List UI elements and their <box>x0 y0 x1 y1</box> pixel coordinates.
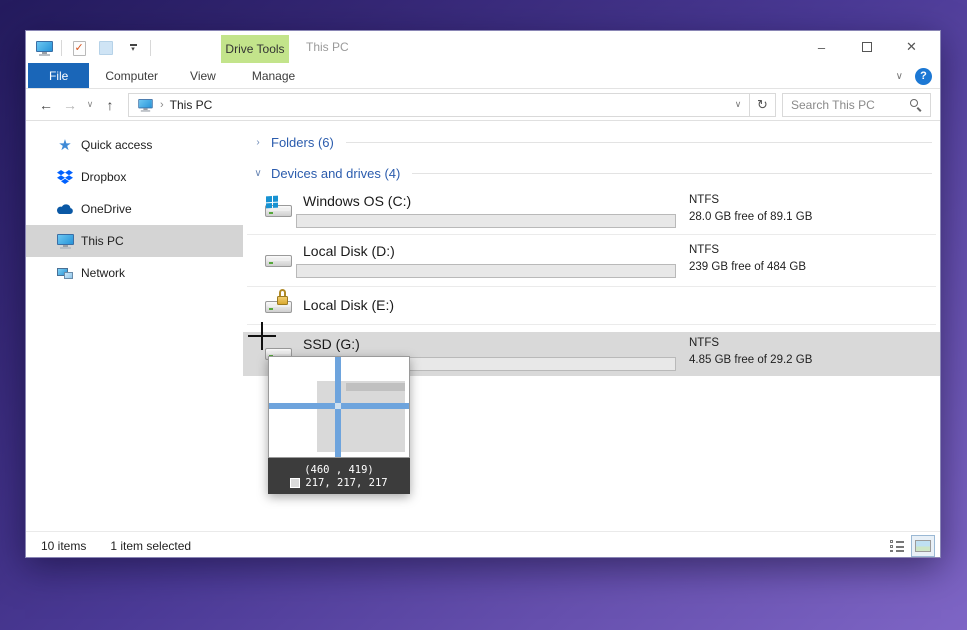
filesystem-label: NTFS <box>689 192 812 209</box>
large-icons-view-button[interactable] <box>912 536 934 556</box>
close-button[interactable]: ✕ <box>889 31 934 63</box>
minimize-icon: – <box>818 40 825 55</box>
tab-file[interactable]: File <box>28 63 89 88</box>
filesystem-label: NTFS <box>689 242 806 259</box>
cursor-coordinates: (460 , 419) <box>304 464 374 476</box>
dropbox-icon <box>56 169 74 185</box>
drive-row-local-disk-e[interactable]: Local Disk (E:) <box>243 289 940 324</box>
main-area: ★ Quick access Dropbox OneDrive <box>26 121 940 531</box>
breadcrumb: › This PC <box>129 94 220 116</box>
locked-drive-icon <box>265 291 295 321</box>
quick-access-toolbar: ▾ <box>34 36 151 60</box>
network-icon <box>56 265 74 281</box>
quick-access-star-icon: ★ <box>56 137 74 153</box>
drive-row-windows-os-c[interactable]: Windows OS (C:) NTFS 28.0 GB free of 89.… <box>243 189 940 234</box>
refresh-icon[interactable]: ↻ <box>749 93 775 117</box>
sidebar-item-onedrive[interactable]: OneDrive <box>26 193 243 225</box>
this-pc-icon <box>138 99 152 111</box>
tab-computer[interactable]: Computer <box>89 63 174 88</box>
details-view-icon <box>890 540 904 552</box>
drive-tools-contextual-tab[interactable]: Drive Tools <box>221 35 289 63</box>
title-bar: ▾ Drive Tools This PC – ✕ <box>26 31 940 63</box>
navigation-bar: ← → ∨ ↑ › This PC ∨ ↻ <box>26 89 940 121</box>
search-box <box>782 93 931 117</box>
address-dropdown-chevron-icon[interactable]: ∨ <box>727 99 749 110</box>
expanded-chevron-icon: ∨ <box>253 168 263 179</box>
free-space-label: 239 GB free of 484 GB <box>689 259 806 276</box>
explorer-window: ▾ Drive Tools This PC – ✕ File Computer … <box>25 30 941 558</box>
minimize-button[interactable]: – <box>799 31 844 63</box>
capacity-bar <box>296 264 676 278</box>
help-button[interactable]: ? <box>915 68 932 85</box>
navigation-pane: ★ Quick access Dropbox OneDrive <box>26 121 243 531</box>
color-swatch <box>290 478 300 488</box>
items-count: 10 items <box>41 539 86 553</box>
forward-button[interactable]: → <box>58 97 82 113</box>
capacity-bar <box>296 214 676 228</box>
maximize-icon <box>862 42 872 52</box>
status-bar: 10 items 1 item selected <box>26 531 940 559</box>
up-button[interactable]: ↑ <box>98 97 122 113</box>
address-bar[interactable]: › This PC ∨ ↻ <box>128 93 776 117</box>
window-controls: – ✕ <box>799 31 934 63</box>
magnifier-viewport <box>268 356 410 458</box>
search-input[interactable] <box>791 98 910 112</box>
search-icon[interactable] <box>910 99 922 111</box>
tab-view[interactable]: View <box>174 63 232 88</box>
back-button[interactable]: ← <box>34 97 58 113</box>
this-pc-icon[interactable] <box>34 38 54 58</box>
sidebar-item-this-pc[interactable]: This PC <box>26 225 243 257</box>
sidebar-item-dropbox[interactable]: Dropbox <box>26 161 243 193</box>
new-folder-icon[interactable] <box>96 38 116 58</box>
toolbar-separator <box>61 40 62 56</box>
free-space-label: 4.85 GB free of 29.2 GB <box>689 352 812 369</box>
breadcrumb-chevron-icon: › <box>160 99 164 111</box>
breadcrumb-location[interactable]: This PC <box>170 98 213 112</box>
tab-manage[interactable]: Manage <box>236 63 311 88</box>
window-title: This PC <box>306 40 349 54</box>
drive-icon <box>265 245 295 275</box>
magnifier-readout: (460 , 419) 217, 217, 217 <box>268 458 410 494</box>
maximize-button[interactable] <box>844 31 889 63</box>
sidebar-item-quick-access[interactable]: ★ Quick access <box>26 129 243 161</box>
collapsed-chevron-icon: › <box>253 137 263 148</box>
rgb-value: 217, 217, 217 <box>305 477 387 489</box>
toolbar-separator <box>150 40 151 56</box>
group-header-devices-and-drives[interactable]: ∨ Devices and drives (4) <box>253 163 932 183</box>
computer-icon <box>56 233 74 249</box>
recent-locations-chevron-icon[interactable]: ∨ <box>82 99 98 110</box>
properties-icon[interactable] <box>69 38 89 58</box>
desktop-background: ▾ Drive Tools This PC – ✕ File Computer … <box>0 0 967 630</box>
filesystem-label: NTFS <box>689 335 812 352</box>
drive-row-local-disk-d[interactable]: Local Disk (D:) NTFS 239 GB free of 484 … <box>243 239 940 286</box>
free-space-label: 28.0 GB free of 89.1 GB <box>689 209 812 226</box>
ribbon-collapse-chevron-icon[interactable]: ∨ <box>896 71 903 82</box>
selected-count: 1 item selected <box>110 539 191 553</box>
ribbon-tabs: File Computer View Manage ∨ ? <box>26 63 940 89</box>
close-icon: ✕ <box>906 39 917 55</box>
windows-drive-icon <box>265 195 295 225</box>
details-view-button[interactable] <box>886 536 908 556</box>
sidebar-item-network[interactable]: Network <box>26 257 243 289</box>
onedrive-cloud-icon <box>56 201 74 217</box>
pixel-magnifier: (460 , 419) 217, 217, 217 <box>268 356 410 494</box>
customize-toolbar-arrow-icon[interactable]: ▾ <box>123 38 143 58</box>
group-header-folders[interactable]: › Folders (6) <box>253 132 932 152</box>
large-icons-view-icon <box>915 540 931 552</box>
